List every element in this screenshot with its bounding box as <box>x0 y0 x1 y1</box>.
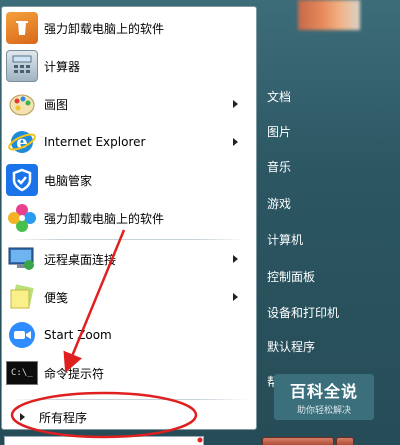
all-programs-label: 所有程序 <box>39 410 88 425</box>
submenu-arrow-icon[interactable] <box>233 293 238 301</box>
start-menu: 强力卸载电脑上的软件 计算器 画图 e Internet Explorer 电脑… <box>0 0 400 445</box>
calculator-icon <box>6 50 38 82</box>
flower-icon <box>6 202 38 234</box>
all-programs-button[interactable]: 所有程序 <box>2 402 254 432</box>
link-control-panel[interactable]: 控制面板 <box>267 262 395 290</box>
remote-desktop-icon <box>6 243 38 275</box>
link-computer[interactable]: 计算机 <box>267 225 395 253</box>
submenu-arrow-icon[interactable] <box>233 138 238 146</box>
shutdown-button[interactable] <box>262 437 334 445</box>
search-input[interactable] <box>4 436 204 445</box>
program-label: 画图 <box>44 97 69 112</box>
program-label: Internet Explorer <box>44 135 146 149</box>
shield-icon <box>6 164 38 196</box>
separator <box>10 399 248 400</box>
submenu-arrow-icon[interactable] <box>233 100 238 108</box>
program-label: 电脑管家 <box>44 173 93 188</box>
program-item-command-prompt[interactable]: C:\_ 命令提示符 <box>2 354 254 392</box>
watermark-badge: 百科全说 助你轻松解决 <box>274 374 374 420</box>
zoom-icon <box>6 319 38 351</box>
watermark-subtitle: 助你轻松解决 <box>296 406 351 416</box>
program-item-uninstaller-2[interactable]: 强力卸载电脑上的软件 <box>2 199 254 237</box>
program-item-sticky-notes[interactable]: 便笺 <box>2 278 254 316</box>
program-label: 远程桌面连接 <box>44 252 117 267</box>
link-documents[interactable]: 文档 <box>267 82 395 110</box>
paint-icon <box>6 88 38 120</box>
watermark-title: 百科全说 <box>289 382 358 401</box>
link-devices-printers[interactable]: 设备和打印机 <box>267 298 395 326</box>
shutdown-options-button[interactable] <box>336 437 354 445</box>
ie-icon: e <box>6 126 38 158</box>
recycle-icon <box>6 12 38 44</box>
expand-arrow-icon <box>20 413 25 421</box>
sticky-notes-icon <box>6 281 38 313</box>
program-label: 计算器 <box>44 59 81 74</box>
pinned-programs-list: 强力卸载电脑上的软件 计算器 画图 e Internet Explorer 电脑… <box>2 9 254 392</box>
program-item-pc-manager[interactable]: 电脑管家 <box>2 161 254 199</box>
link-pictures[interactable]: 图片 <box>267 117 395 145</box>
svg-text:C:\_: C:\_ <box>11 368 33 378</box>
program-label: 强力卸载电脑上的软件 <box>44 21 165 36</box>
program-item-remote-desktop[interactable]: 远程桌面连接 <box>2 240 254 278</box>
link-games[interactable]: 游戏 <box>267 189 395 217</box>
program-item-start-zoom[interactable]: Start Zoom <box>2 316 254 354</box>
submenu-arrow-icon[interactable] <box>233 255 238 263</box>
program-item-calculator[interactable]: 计算器 <box>2 47 254 85</box>
program-label: Start Zoom <box>44 328 112 342</box>
cmd-icon: C:\_ <box>6 361 38 385</box>
program-item-uninstaller[interactable]: 强力卸载电脑上的软件 <box>2 9 254 47</box>
program-label: 便笺 <box>44 290 69 305</box>
program-item-internet-explorer[interactable]: e Internet Explorer <box>2 123 254 161</box>
program-label: 强力卸载电脑上的软件 <box>44 211 165 226</box>
programs-pane: 强力卸载电脑上的软件 计算器 画图 e Internet Explorer 电脑… <box>1 6 257 430</box>
link-music[interactable]: 音乐 <box>267 152 395 180</box>
program-item-paint[interactable]: 画图 <box>2 85 254 123</box>
avatar[interactable] <box>298 0 360 30</box>
program-label: 命令提示符 <box>44 366 105 381</box>
link-default-programs[interactable]: 默认程序 <box>267 332 395 360</box>
